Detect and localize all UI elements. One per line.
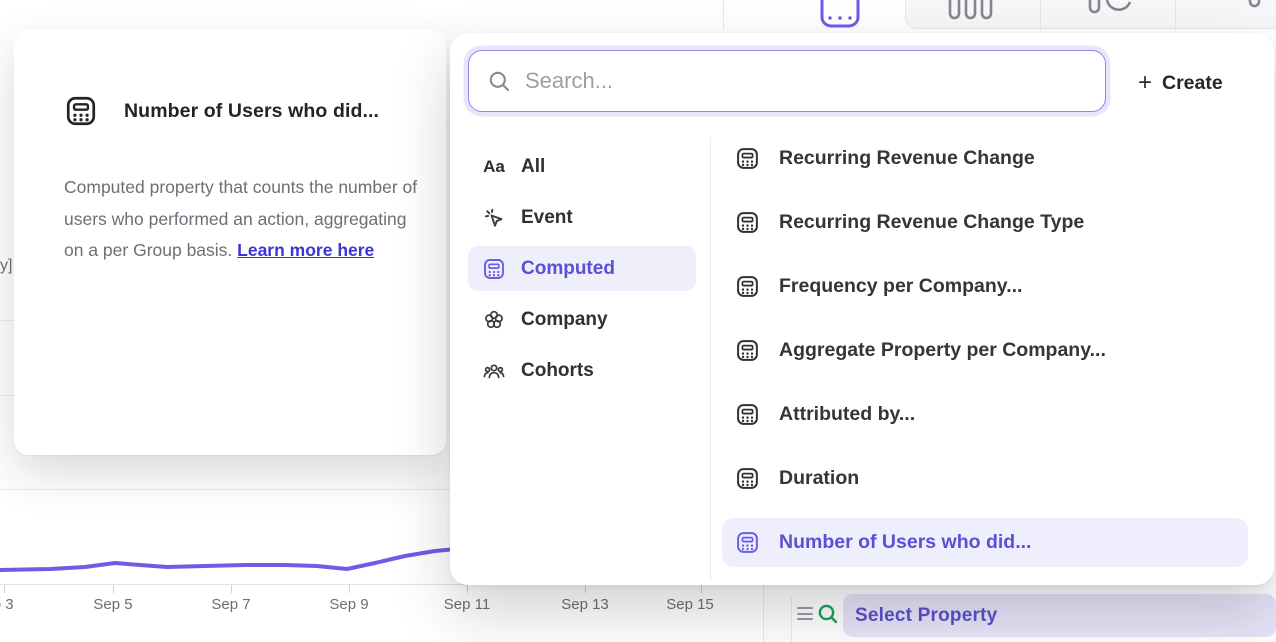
- drag-handle-icon[interactable]: [797, 607, 813, 624]
- axis-tick: [701, 585, 702, 593]
- calculator-icon: [735, 338, 760, 363]
- result-duration[interactable]: Duration: [722, 454, 1248, 503]
- category-list: Aa All Event: [468, 144, 696, 393]
- category-label: Cohorts: [521, 360, 594, 382]
- plus-icon: +: [1138, 71, 1152, 95]
- calculator-icon: [735, 466, 760, 491]
- axis-tick: [113, 585, 114, 593]
- green-search-icon[interactable]: [816, 602, 840, 626]
- create-button[interactable]: + Create: [1138, 67, 1223, 99]
- create-label: Create: [1162, 72, 1223, 95]
- x-axis-label: Sep 5: [93, 596, 132, 613]
- tab-funnel[interactable]: [1088, 0, 1132, 29]
- funnel-curve-icon: [1088, 0, 1132, 24]
- category-label: All: [521, 156, 545, 178]
- cursor-click-icon: [481, 206, 507, 230]
- calculator-icon: [481, 257, 507, 281]
- property-description-card: Number of Users who did... Computed prop…: [14, 30, 446, 455]
- divider: [763, 585, 764, 642]
- category-event[interactable]: Event: [468, 195, 696, 240]
- divider: [0, 320, 14, 321]
- chart-type-tabbar: [723, 0, 1276, 30]
- axis-tick: [231, 585, 232, 593]
- result-number-of-users-who-did[interactable]: Number of Users who did...: [722, 518, 1248, 567]
- search-box[interactable]: [468, 50, 1106, 112]
- bar-chart-icon: [948, 0, 994, 24]
- select-property-label: Select Property: [855, 605, 997, 627]
- section-divider: [0, 489, 452, 490]
- calculator-icon: [735, 146, 760, 171]
- x-axis-label: Sep 3: [0, 596, 14, 613]
- category-label: Computed: [521, 258, 615, 280]
- result-recurring-revenue-change[interactable]: Recurring Revenue Change: [722, 134, 1248, 183]
- calculator-icon: [64, 94, 98, 128]
- category-all[interactable]: Aa All: [468, 144, 696, 189]
- clipped-left-edge-text: y]: [0, 257, 14, 275]
- category-computed[interactable]: Computed: [468, 246, 696, 291]
- search-icon: [487, 69, 511, 93]
- panel-divider: [710, 137, 711, 581]
- tab-dot[interactable]: [1248, 0, 1262, 23]
- property-picker-panel: + Create Aa All Event: [450, 33, 1274, 585]
- tab-separator: [1040, 0, 1041, 30]
- divider: [0, 395, 14, 396]
- calculator-icon: [735, 530, 760, 555]
- result-attributed-by[interactable]: Attributed by...: [722, 390, 1248, 439]
- divider: [791, 597, 792, 642]
- tab-bar-chart[interactable]: [948, 0, 994, 29]
- metric-line: [0, 549, 456, 570]
- calculator-icon: [735, 402, 760, 427]
- result-label: Number of Users who did...: [779, 531, 1031, 554]
- x-axis-label: Sep 7: [211, 596, 250, 613]
- result-frequency-per-company[interactable]: Frequency per Company...: [722, 262, 1248, 311]
- x-axis-label: Sep 15: [666, 596, 714, 613]
- result-recurring-revenue-change-type[interactable]: Recurring Revenue Change Type: [722, 198, 1248, 247]
- axis-tick: [4, 585, 5, 593]
- category-label: Company: [521, 309, 608, 331]
- category-company[interactable]: Company: [468, 297, 696, 342]
- tab-table-metric[interactable]: [820, 0, 860, 30]
- axis-tick: [349, 585, 350, 593]
- results-list: Recurring Revenue Change Recurring Reven…: [722, 134, 1248, 567]
- metric-line-chart: [0, 530, 470, 590]
- tab-separator: [1175, 0, 1176, 30]
- company-flower-icon: [481, 308, 507, 332]
- category-cohorts[interactable]: Cohorts: [468, 348, 696, 393]
- calculator-icon: [735, 274, 760, 299]
- x-axis-label: Sep 13: [561, 596, 609, 613]
- result-label: Frequency per Company...: [779, 275, 1022, 298]
- select-property-chip[interactable]: Select Property: [843, 594, 1276, 637]
- table-metric-icon: [820, 0, 860, 28]
- text-aa-icon: Aa: [481, 157, 507, 177]
- dot-icon: [1248, 0, 1262, 18]
- search-input[interactable]: [525, 68, 1105, 94]
- result-label: Attributed by...: [779, 403, 915, 426]
- card-title: Number of Users who did...: [124, 100, 379, 123]
- result-label: Aggregate Property per Company...: [779, 339, 1106, 362]
- axis-tick: [585, 585, 586, 593]
- learn-more-link[interactable]: Learn more here: [237, 240, 374, 260]
- result-label: Recurring Revenue Change: [779, 147, 1035, 170]
- people-icon: [481, 359, 507, 383]
- x-axis-label: Sep 9: [329, 596, 368, 613]
- axis-tick: [467, 585, 468, 593]
- x-axis-label: Sep 11: [444, 596, 490, 613]
- result-label: Duration: [779, 467, 859, 490]
- result-label: Recurring Revenue Change Type: [779, 211, 1084, 234]
- result-aggregate-property-per-company[interactable]: Aggregate Property per Company...: [722, 326, 1248, 375]
- category-label: Event: [521, 207, 573, 229]
- calculator-icon: [735, 210, 760, 235]
